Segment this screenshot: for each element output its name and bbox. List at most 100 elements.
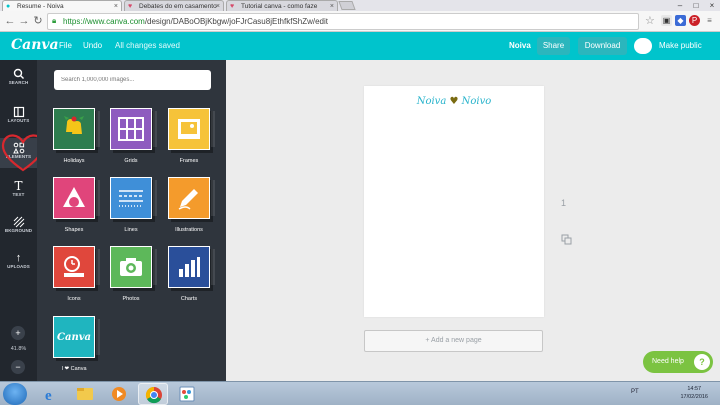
tile-icons[interactable] (53, 246, 100, 288)
tile-card (110, 177, 157, 219)
new-tab-button[interactable] (338, 1, 356, 10)
design-name[interactable]: Noiva (509, 32, 531, 60)
language-indicator[interactable]: PT (631, 389, 639, 395)
system-clock[interactable]: 14:57 17/02/2016 (680, 385, 708, 401)
pencil-icon (169, 178, 209, 218)
menu-icon[interactable]: ≡ (704, 15, 715, 26)
share-button[interactable]: Share (537, 37, 570, 55)
browser-tab-2[interactable]: ♥ Debates do em casamento × (124, 0, 224, 11)
start-button[interactable] (3, 383, 27, 405)
tab-title: Tutorial canva - como faze (241, 3, 318, 10)
extension-icon[interactable]: ◆ (675, 15, 686, 26)
tile-illustrations[interactable] (168, 177, 215, 219)
need-help-button[interactable]: Need help ? (643, 351, 713, 373)
sidebar-item-label: TEXT (12, 192, 25, 197)
tile-photos[interactable] (110, 246, 157, 288)
canvas-workspace: Noiva ♥ Noivo 1 + Add a new page Need he… (226, 60, 720, 381)
tile-card (110, 246, 157, 288)
tile-label: Grids (124, 158, 138, 164)
taskbar-explorer-icon[interactable] (70, 383, 100, 405)
tile-card (168, 108, 215, 150)
design-page[interactable]: Noiva ♥ Noivo (364, 86, 544, 317)
tile-i-love-canva[interactable]: Canva (53, 316, 100, 358)
pinterest-icon[interactable]: P (689, 15, 700, 26)
help-icon: ? (694, 354, 710, 370)
forward-icon[interactable]: → (17, 14, 31, 28)
back-icon[interactable]: ← (3, 14, 17, 28)
url-field[interactable]: 🔒︎ https://www.canva.com/design/DABoOBjK… (47, 13, 639, 30)
sidebar-item-elements[interactable]: ELEMENTS (0, 138, 37, 168)
page-heading[interactable]: Noiva ♥ Noivo (364, 96, 544, 107)
tile-holidays[interactable] (53, 108, 100, 150)
reload-icon[interactable]: ↻ (31, 14, 45, 28)
url-path: /design/DABoOBjKbgw/joFJrCasu8jEthfkfShZ… (144, 17, 329, 26)
image-search-input[interactable] (54, 70, 211, 90)
sidebar-item-label: SEARCH (8, 80, 29, 85)
search-icon (0, 68, 37, 80)
close-tab-icon[interactable]: × (114, 1, 118, 11)
url-text: https://www.canva.com/design/DABoOBjKbgw… (63, 14, 328, 29)
tile-label: Shapes (64, 227, 84, 233)
sidebar-item-label: LAYOUTS (7, 118, 30, 123)
heart-favicon-icon: ♥ (128, 3, 133, 10)
make-public-label[interactable]: Make public (659, 32, 702, 60)
sidebar-item-layouts[interactable]: LAYOUTS (0, 106, 37, 132)
taskbar-paint-icon[interactable] (172, 383, 202, 405)
canva-header: Canva File Undo All changes saved Noiva … (0, 32, 720, 60)
close-tab-icon[interactable]: × (216, 1, 220, 11)
tile-card (168, 177, 215, 219)
zoom-out-button[interactable]: − (11, 360, 25, 374)
extension-icon[interactable]: ▣ (661, 15, 672, 26)
browser-tab-3[interactable]: ♥ Tutorial canva - como faze × (226, 0, 338, 11)
tile-card (110, 108, 157, 150)
canva-logo-icon: Canva (57, 331, 91, 343)
download-button[interactable]: Download (578, 37, 627, 55)
taskbar-chrome-icon[interactable] (138, 383, 168, 405)
canva-logo[interactable]: Canva (11, 37, 59, 53)
text-icon: T (14, 179, 23, 193)
close-window-icon[interactable]: × (704, 0, 720, 11)
tile-frames[interactable] (168, 108, 215, 150)
tile-label: Holidays (63, 158, 85, 164)
elements-icon (0, 142, 37, 154)
copy-page-icon[interactable] (561, 234, 573, 246)
zoom-in-button[interactable]: + (11, 326, 25, 340)
undo-button[interactable]: Undo (83, 32, 102, 60)
tile-shapes[interactable] (53, 177, 100, 219)
tile-charts[interactable] (168, 246, 215, 288)
bookmark-star-icon[interactable]: ☆ (645, 14, 655, 27)
sidebar-item-uploads[interactable]: ↑ UPLOADS (0, 252, 37, 278)
canva-favicon-icon: ● (6, 3, 11, 10)
tab-title: Debates do em casamento (139, 3, 217, 10)
tab-title: Resume - Noiva (17, 3, 64, 10)
tile-label: Frames (179, 158, 199, 164)
sidebar-item-text[interactable]: T TEXT (0, 180, 37, 206)
frame-icon (169, 109, 209, 149)
address-bar-row: ← → ↻ 🔒︎ https://www.canva.com/design/DA… (0, 11, 720, 32)
tile-grids[interactable] (110, 108, 157, 150)
tile-label: Icons (67, 296, 81, 302)
lock-icon: 🔒︎ (52, 16, 57, 25)
sidebar: SEARCH LAYOUTS ELEMENTS T TEXT BKGROUND … (0, 60, 37, 381)
taskbar-ie-icon[interactable]: e (36, 383, 66, 405)
background-icon (0, 216, 37, 228)
clock-time: 14:57 (687, 386, 702, 392)
tile-card (53, 246, 100, 288)
sidebar-item-background[interactable]: BKGROUND (0, 216, 37, 242)
make-public-toggle[interactable] (634, 38, 652, 54)
tile-lines[interactable] (110, 177, 157, 219)
shapes-icon (54, 178, 94, 218)
minimize-icon[interactable]: – (672, 0, 688, 11)
close-tab-icon[interactable]: × (330, 1, 334, 11)
tile-label: Lines (124, 227, 138, 233)
sidebar-item-search[interactable]: SEARCH (0, 68, 37, 94)
tile-card (53, 177, 100, 219)
maximize-icon[interactable]: □ (688, 0, 704, 11)
elements-panel: Holidays Grids Frames Shapes (37, 60, 226, 381)
add-page-button[interactable]: + Add a new page (364, 330, 543, 352)
file-menu[interactable]: File (59, 32, 72, 60)
tile-card (53, 108, 100, 150)
taskbar-media-icon[interactable] (104, 383, 134, 405)
browser-tab-1[interactable]: ● Resume - Noiva × (2, 0, 122, 11)
zoom-level: 41.8% (10, 346, 27, 352)
